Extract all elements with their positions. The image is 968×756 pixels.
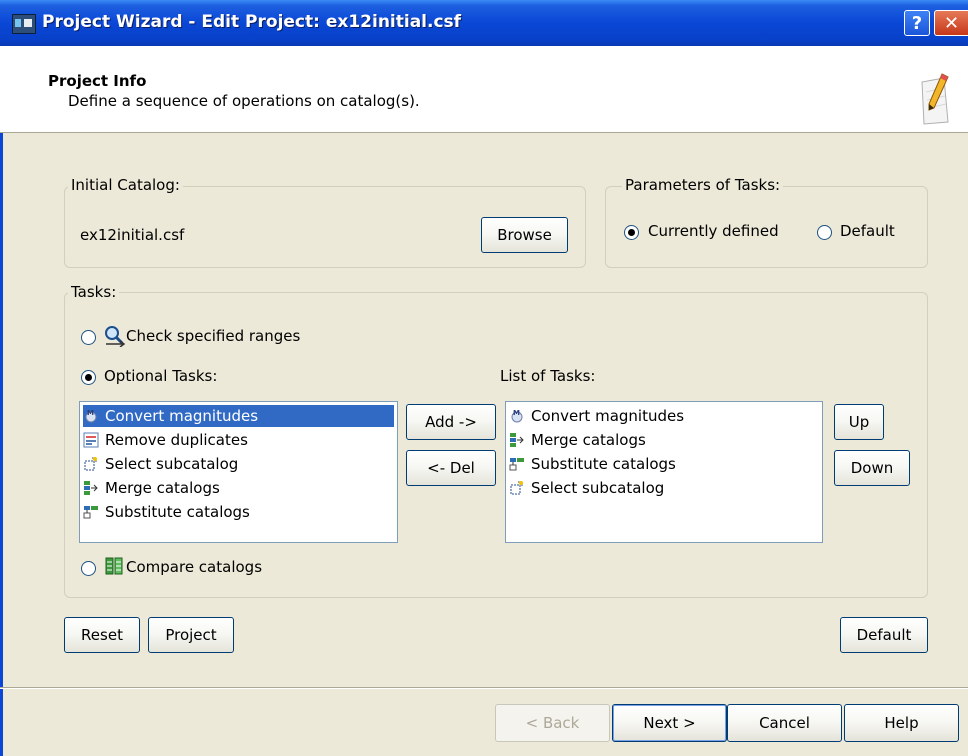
list-item-label: Select subcatalog xyxy=(531,479,665,497)
tasks-legend: Tasks: xyxy=(68,283,120,301)
initial-catalog-value: ex12initial.csf xyxy=(80,226,185,244)
page-title: Project Info xyxy=(48,72,147,90)
list-item-label: Convert magnitudes xyxy=(531,407,685,425)
app-icon xyxy=(12,14,36,34)
check-ranges-label[interactable]: Check specified ranges xyxy=(126,327,300,345)
check-ranges-radio[interactable] xyxy=(81,330,96,345)
list-item[interactable]: M Convert magnitudes xyxy=(83,405,394,427)
help-button[interactable]: Help xyxy=(844,704,959,742)
add-task-button[interactable]: Add -> xyxy=(406,404,496,440)
page-subtitle: Define a sequence of operations on catal… xyxy=(68,92,420,110)
close-icon[interactable]: ✕ xyxy=(934,10,968,36)
initial-catalog-legend: Initial Catalog: xyxy=(68,176,183,194)
list-item[interactable]: Remove duplicates xyxy=(83,429,394,451)
parameters-legend: Parameters of Tasks: xyxy=(622,176,784,194)
compare-catalogs-icon xyxy=(105,557,123,575)
merge-catalogs-icon xyxy=(510,433,524,447)
select-subcatalog-icon xyxy=(84,457,97,471)
window-left-border xyxy=(0,46,3,756)
optional-tasks-list[interactable]: M Convert magnitudes Remove duplicates S… xyxy=(79,401,398,543)
list-item-label: Merge catalogs xyxy=(531,431,646,449)
project-button[interactable]: Project xyxy=(148,617,234,653)
list-item-label: Remove duplicates xyxy=(105,431,248,449)
list-item[interactable]: Substitute catalogs xyxy=(83,501,394,523)
window-title: Project Wizard - Edit Project: ex12initi… xyxy=(42,12,462,32)
help-icon[interactable]: ? xyxy=(904,10,930,36)
remove-duplicates-icon xyxy=(83,432,99,448)
list-item-label: Select subcatalog xyxy=(105,455,239,473)
move-up-button[interactable]: Up xyxy=(834,404,884,440)
list-item[interactable]: Merge catalogs xyxy=(83,477,394,499)
substitute-catalogs-icon xyxy=(83,506,98,519)
convert-magnitudes-icon: M xyxy=(85,409,97,423)
list-item-label: Substitute catalogs xyxy=(105,503,250,521)
list-item[interactable]: Select subcatalog xyxy=(509,477,819,499)
compare-catalogs-label[interactable]: Compare catalogs xyxy=(126,558,262,576)
list-item-label: Merge catalogs xyxy=(105,479,220,497)
list-item[interactable]: Merge catalogs xyxy=(509,429,819,451)
select-subcatalog-icon xyxy=(510,481,523,495)
move-down-button[interactable]: Down xyxy=(834,450,910,486)
default-params-radio[interactable] xyxy=(817,225,832,240)
check-ranges-icon xyxy=(105,326,126,347)
list-item-label: Convert magnitudes xyxy=(105,407,259,425)
currently-defined-label[interactable]: Currently defined xyxy=(648,222,779,240)
list-item-label: Substitute catalogs xyxy=(531,455,676,473)
svg-text:M: M xyxy=(513,409,520,417)
list-item[interactable]: Substitute catalogs xyxy=(509,453,819,475)
substitute-catalogs-icon xyxy=(509,458,524,471)
list-of-tasks[interactable]: M Convert magnitudes Merge catalogs Subs… xyxy=(505,401,823,543)
delete-task-button[interactable]: <- Del xyxy=(406,450,496,486)
convert-magnitudes-icon: M xyxy=(511,409,523,423)
merge-catalogs-icon xyxy=(84,481,98,495)
currently-defined-radio[interactable] xyxy=(624,225,639,240)
default-button[interactable]: Default xyxy=(840,617,928,653)
pencil-icon xyxy=(921,73,949,125)
list-of-tasks-label: List of Tasks: xyxy=(500,367,596,385)
compare-catalogs-radio[interactable] xyxy=(81,561,96,576)
browse-button[interactable]: Browse xyxy=(481,217,568,253)
reset-button[interactable]: Reset xyxy=(64,617,140,653)
default-params-label[interactable]: Default xyxy=(840,222,895,240)
optional-tasks-label[interactable]: Optional Tasks: xyxy=(104,367,217,385)
footer-separator xyxy=(0,687,968,689)
svg-text:M: M xyxy=(87,409,94,417)
list-item[interactable]: M Convert magnitudes xyxy=(509,405,819,427)
back-button[interactable]: < Back xyxy=(495,704,610,742)
cancel-button[interactable]: Cancel xyxy=(727,704,842,742)
next-button[interactable]: Next > xyxy=(612,704,727,742)
optional-tasks-radio[interactable] xyxy=(81,370,96,385)
list-item[interactable]: Select subcatalog xyxy=(83,453,394,475)
